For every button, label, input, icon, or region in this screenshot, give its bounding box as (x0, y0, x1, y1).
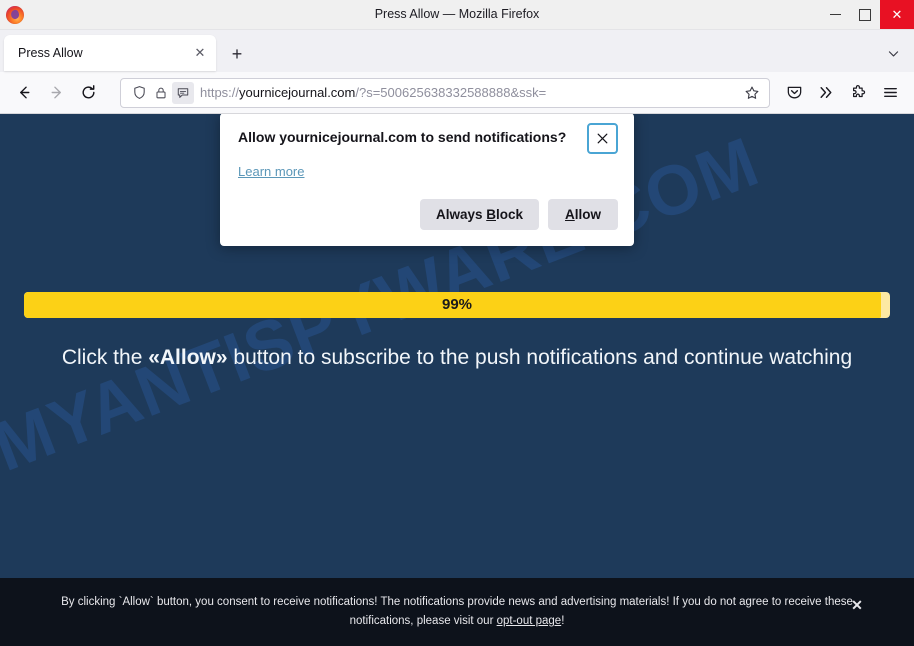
list-all-tabs-chevron-down-icon[interactable] (882, 42, 904, 64)
dialog-actions: Always Block Allow (238, 199, 618, 230)
url-text: https://yournicejournal.com/?s=500625638… (200, 85, 547, 100)
tab-strip: Press Allow ✕ + (0, 30, 914, 72)
allow-button[interactable]: Allow (548, 199, 618, 230)
cta-suffix: button to subscribe to the push notifica… (227, 346, 853, 369)
dialog-title: Allow yournicejournal.com to send notifi… (238, 129, 567, 145)
close-window-button[interactable]: ✕ (880, 0, 914, 29)
cta-prefix: Click the (61, 346, 149, 369)
tab-press-allow[interactable]: Press Allow ✕ (4, 35, 216, 71)
maximize-icon (859, 8, 871, 21)
consent-line-2-suffix: ! (561, 615, 565, 627)
minimize-button[interactable] (820, 0, 850, 29)
always-block-label-pre: Always (435, 207, 487, 222)
back-button[interactable] (8, 78, 40, 108)
call-to-action-text: Click the «Allow» button to subscribe to… (0, 346, 914, 370)
always-block-label-post: lock (495, 207, 523, 222)
progress-bar: 99% (24, 292, 890, 318)
application-menu-hamburger-icon[interactable] (874, 78, 906, 108)
notification-permission-dialog: Allow yournicejournal.com to send notifi… (220, 114, 634, 246)
extensions-puzzle-icon[interactable] (842, 78, 874, 108)
dialog-close-icon[interactable] (587, 123, 618, 154)
always-block-accesskey: B (486, 207, 496, 222)
allow-label-post: llow (574, 207, 601, 222)
minimize-icon (829, 14, 841, 15)
consent-close-icon[interactable]: ✕ (848, 596, 866, 614)
page-content: MYANTISPYWARE.COM 99% Click the «Allow» … (0, 114, 914, 646)
firefox-window: Press Allow — Mozilla Firefox ✕ Press Al… (0, 0, 914, 646)
new-tab-button[interactable]: + (222, 39, 252, 69)
navigation-toolbar: https://yournicejournal.com/?s=500625638… (0, 72, 914, 114)
consent-text: By clicking `Allow` button, you consent … (57, 593, 857, 631)
consent-line-1: By clicking `Allow` button, you consent … (61, 596, 822, 608)
forward-button[interactable] (40, 78, 72, 108)
window-controls: ✕ (820, 0, 914, 29)
padlock-icon[interactable] (150, 82, 172, 104)
tab-title: Press Allow (18, 46, 83, 60)
progress-percent-label: 99% (441, 296, 473, 313)
opt-out-page-link[interactable]: opt-out page (497, 615, 562, 627)
url-bar[interactable]: https://yournicejournal.com/?s=500625638… (120, 77, 770, 108)
learn-more-link[interactable]: Learn more (238, 164, 304, 179)
firefox-logo-icon (6, 5, 24, 24)
bookmark-star-icon[interactable] (741, 82, 763, 104)
notification-permission-icon[interactable] (172, 81, 194, 104)
tracking-protection-shield-icon[interactable] (128, 82, 150, 104)
dialog-header: Allow yournicejournal.com to send notifi… (238, 123, 618, 154)
maximize-button[interactable] (850, 0, 880, 29)
always-block-button[interactable]: Always Block (419, 199, 539, 230)
pocket-save-icon[interactable] (778, 78, 810, 108)
cta-allow-emphasis: «Allow» (148, 346, 228, 369)
tab-close-icon[interactable]: ✕ (190, 43, 210, 63)
reload-button[interactable] (72, 78, 104, 108)
title-bar: Press Allow — Mozilla Firefox ✕ (0, 0, 914, 30)
allow-accesskey: A (565, 207, 575, 222)
overflow-chevrons-icon[interactable] (810, 78, 842, 108)
consent-bar: By clicking `Allow` button, you consent … (0, 578, 914, 646)
window-title: Press Allow — Mozilla Firefox (374, 7, 540, 21)
